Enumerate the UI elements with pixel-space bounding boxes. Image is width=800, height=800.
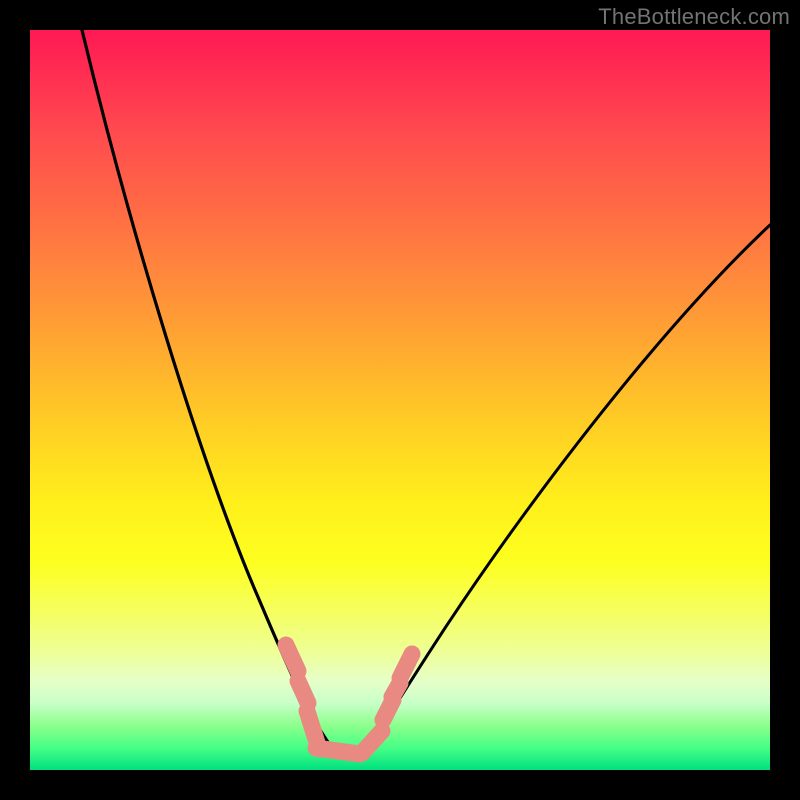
curve-left [82,30,330,745]
marker-icon [286,645,298,671]
curve-right [370,225,770,745]
marker-icon [298,681,308,703]
chart-plot-area [30,30,770,770]
marker-icon [316,748,360,754]
chart-frame: TheBottleneck.com [0,0,800,800]
marker-icon [362,731,382,753]
chart-svg [30,30,770,770]
watermark-text: TheBottleneck.com [598,4,790,30]
valley-markers [286,645,412,754]
marker-icon [400,654,412,678]
